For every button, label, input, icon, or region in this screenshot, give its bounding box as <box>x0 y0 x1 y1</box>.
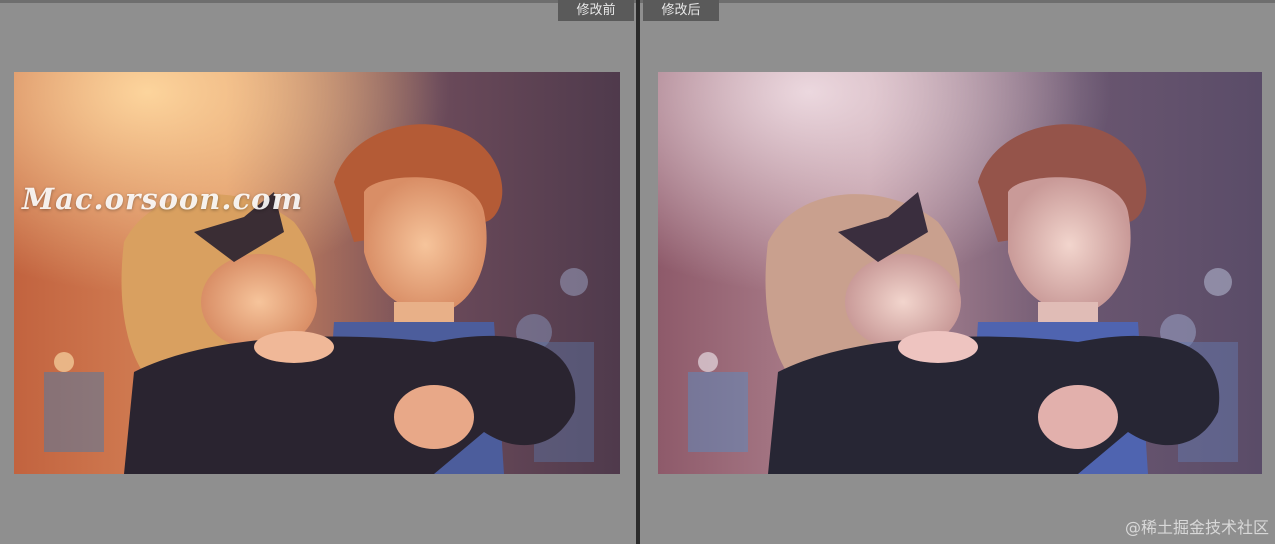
credit-text: @稀土掘金技术社区 <box>1124 518 1269 537</box>
after-photo[interactable] <box>658 72 1262 474</box>
watermark-text: Mac.orsoon.com <box>22 182 304 216</box>
before-photo[interactable] <box>14 72 620 474</box>
after-label[interactable]: 修改后 <box>643 0 719 21</box>
after-panel: 修改后 @稀土掘金技术社区 <box>640 0 1275 544</box>
before-label[interactable]: 修改前 <box>558 0 634 21</box>
couple-photo-warm-icon <box>14 72 620 474</box>
before-panel: 修改前 Mac.orsoon.com <box>0 0 636 544</box>
couple-photo-cool-icon <box>658 72 1262 474</box>
